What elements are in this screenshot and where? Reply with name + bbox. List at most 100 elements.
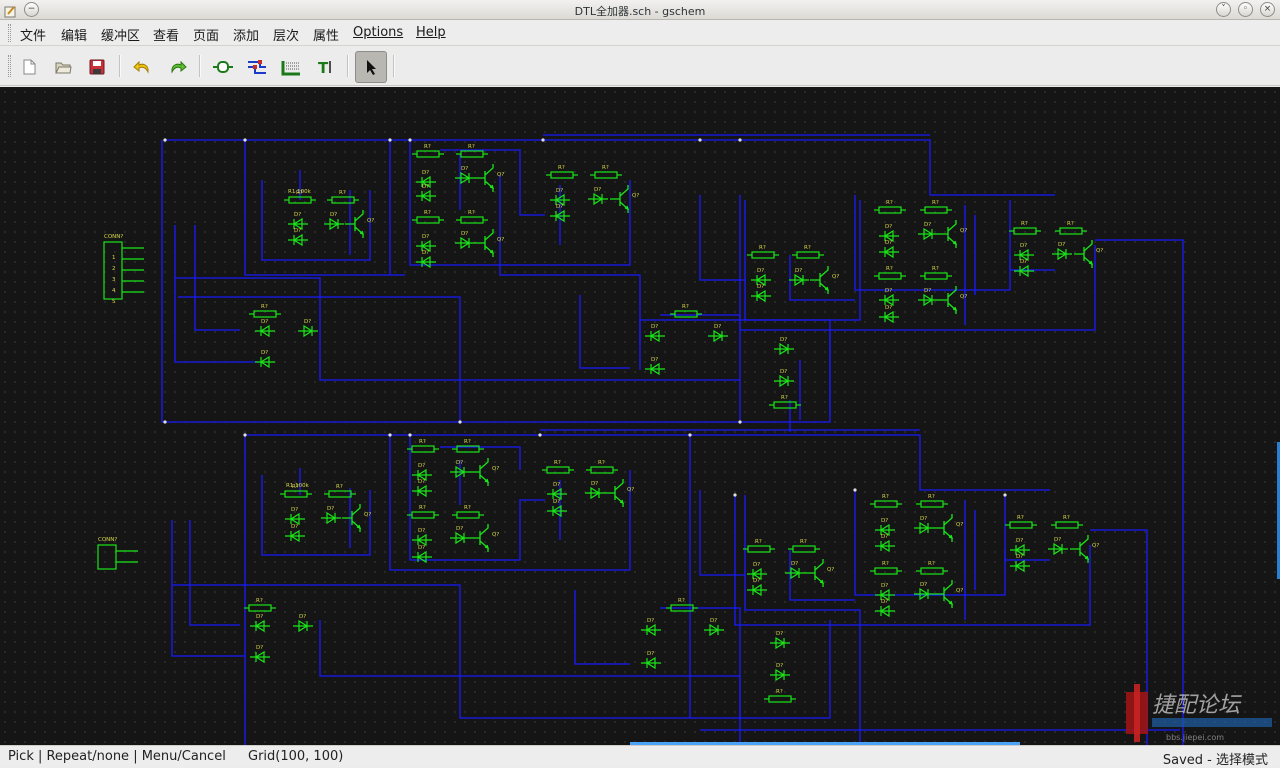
add-bus-icon[interactable] bbox=[277, 53, 305, 81]
diode-label: D? bbox=[885, 305, 892, 311]
resistor-label: R? bbox=[781, 395, 788, 401]
menu-bar: 文件 编辑 缓冲区 查看 页面 添加 层次 属性 Options Help bbox=[0, 20, 1280, 46]
resistor-label: R? bbox=[468, 210, 475, 216]
diode bbox=[255, 324, 275, 338]
redo-icon[interactable] bbox=[163, 53, 191, 81]
transistor-label: Q? bbox=[632, 193, 639, 199]
diode-label: D? bbox=[647, 651, 654, 657]
connector-pin-number: 1 bbox=[112, 255, 116, 261]
diode-label: D? bbox=[461, 231, 468, 237]
transistor-label: Q? bbox=[960, 294, 967, 300]
minimize-button[interactable]: ˅ bbox=[1216, 2, 1231, 17]
net-wire bbox=[178, 296, 461, 422]
net-wire bbox=[165, 139, 1055, 196]
transistor bbox=[805, 559, 825, 587]
diode-label: D? bbox=[553, 482, 560, 488]
diode bbox=[416, 189, 436, 203]
new-file-icon[interactable] bbox=[15, 53, 43, 81]
diode-label: D? bbox=[885, 240, 892, 246]
diode bbox=[1010, 559, 1030, 573]
diode bbox=[285, 512, 305, 526]
junction-dot bbox=[243, 433, 247, 437]
transistor bbox=[810, 266, 830, 294]
net-wire bbox=[574, 590, 630, 665]
diode-label: D? bbox=[291, 507, 298, 513]
diode-label: D? bbox=[791, 561, 798, 567]
transistor bbox=[1070, 535, 1090, 563]
transistor bbox=[934, 514, 954, 542]
diode bbox=[774, 342, 794, 356]
transistor-label: Q? bbox=[832, 274, 839, 280]
resistor bbox=[792, 251, 824, 259]
add-net-icon[interactable] bbox=[243, 53, 271, 81]
diode-label: D? bbox=[1020, 243, 1027, 249]
resistor-label: R? bbox=[419, 439, 426, 445]
diode-label: D? bbox=[327, 506, 334, 512]
transistor bbox=[605, 479, 625, 507]
junction-dot bbox=[458, 420, 462, 424]
resistor-label: R? bbox=[755, 539, 762, 545]
junction-dot bbox=[688, 433, 692, 437]
diode-label: D? bbox=[881, 583, 888, 589]
connector-label: CONN? bbox=[104, 234, 123, 240]
resistor bbox=[1009, 227, 1041, 235]
grid-readout: Grid(100, 100) bbox=[248, 749, 344, 764]
add-text-icon[interactable]: T bbox=[311, 53, 339, 81]
connector bbox=[97, 544, 117, 570]
menu-page[interactable]: 页面 bbox=[193, 25, 219, 44]
resistor-label: R? bbox=[558, 165, 565, 171]
resistor bbox=[874, 272, 906, 280]
diode bbox=[1014, 264, 1034, 278]
diode-label: D? bbox=[330, 212, 337, 218]
diode-label: D? bbox=[1020, 259, 1027, 265]
menu-edit[interactable]: 编辑 bbox=[61, 25, 87, 44]
junction-dot bbox=[1003, 493, 1007, 497]
diode-label: D? bbox=[291, 524, 298, 530]
close-button[interactable]: × bbox=[1260, 2, 1275, 17]
menu-add[interactable]: 添加 bbox=[233, 25, 259, 44]
diode-label: D? bbox=[294, 212, 301, 218]
mouse-hint: Pick | Repeat/none | Menu/Cancel bbox=[8, 749, 226, 764]
menu-help[interactable]: Help bbox=[416, 25, 446, 40]
diode-label: D? bbox=[418, 545, 425, 551]
save-icon[interactable] bbox=[83, 53, 111, 81]
net-wire bbox=[499, 175, 641, 370]
diode bbox=[588, 192, 608, 206]
menu-file[interactable]: 文件 bbox=[20, 25, 46, 44]
resistor bbox=[1051, 521, 1083, 529]
select-pointer-icon[interactable] bbox=[355, 51, 387, 83]
open-folder-icon[interactable] bbox=[49, 53, 77, 81]
menu-options[interactable]: Options bbox=[353, 25, 403, 40]
menu-view[interactable]: 查看 bbox=[153, 25, 179, 44]
toolbar-separator bbox=[119, 55, 121, 77]
diode-label: D? bbox=[881, 534, 888, 540]
add-component-icon[interactable] bbox=[209, 53, 237, 81]
resistor-label: R? bbox=[1017, 515, 1024, 521]
net-wire bbox=[189, 520, 240, 626]
diode bbox=[288, 233, 308, 247]
diode-label: D? bbox=[885, 224, 892, 230]
transistor-label: Q? bbox=[827, 567, 834, 573]
diode bbox=[547, 487, 567, 501]
net-wire bbox=[639, 319, 831, 415]
resistor-label: R? bbox=[882, 494, 889, 500]
menu-attributes[interactable]: 属性 bbox=[313, 25, 339, 44]
junction-dot bbox=[388, 433, 392, 437]
resistor bbox=[870, 500, 902, 508]
diode bbox=[879, 245, 899, 259]
toolbar-separator bbox=[393, 55, 395, 77]
gschem-window: − DTL全加器.sch - gschem ˅ ◦ × 文件 编辑 缓冲区 查看… bbox=[0, 0, 1280, 768]
resistor-label: R? bbox=[1021, 221, 1028, 227]
menu-buffer[interactable]: 缓冲区 bbox=[101, 25, 140, 44]
undo-icon[interactable] bbox=[129, 53, 157, 81]
resistor bbox=[769, 401, 801, 409]
resistor-label: R? bbox=[678, 598, 685, 604]
net-wire bbox=[789, 550, 855, 601]
resistor-label: R? bbox=[598, 460, 605, 466]
maximize-button[interactable]: ◦ bbox=[1238, 2, 1253, 17]
schematic-canvas[interactable]: CONN? 1 2 3 4 5 R? R1 100k R? D? D? D? Q? R? R? D? D? D? Q… bbox=[0, 87, 1280, 745]
diode-label: D? bbox=[1016, 538, 1023, 544]
junction-dot bbox=[541, 138, 545, 142]
menu-hierarchy[interactable]: 层次 bbox=[273, 25, 299, 44]
net-wire bbox=[171, 520, 245, 657]
